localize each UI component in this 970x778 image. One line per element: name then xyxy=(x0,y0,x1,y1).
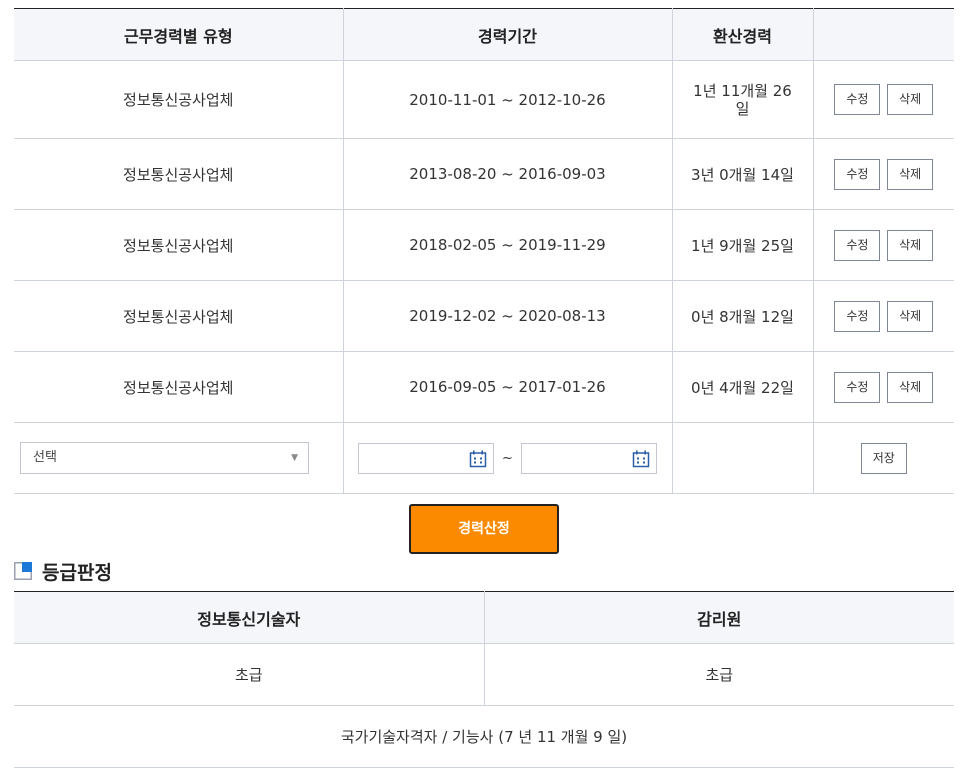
cell-converted: 1년 11개월 26 일 xyxy=(672,60,814,139)
col-header-type: 근무경력별 유형 xyxy=(14,8,344,61)
date-separator: ~ xyxy=(502,450,513,466)
new-career-row: 선택 ▼ ~ 저장 xyxy=(14,422,954,494)
col-header-technician: 정보통신기술자 xyxy=(14,591,485,644)
cell-actions: 수정 삭제 xyxy=(813,138,954,210)
cell-period: 2016-09-05 ~ 2017-01-26 xyxy=(343,351,673,423)
cell-period: 2013-08-20 ~ 2016-09-03 xyxy=(343,138,673,210)
cell-type: 정보통신공사업체 xyxy=(14,351,344,423)
cell-converted: 0년 4개월 22일 xyxy=(672,351,814,423)
cell-save: 저장 xyxy=(813,422,954,494)
edit-button[interactable]: 수정 xyxy=(834,84,881,115)
cell-period: 2018-02-05 ~ 2019-11-29 xyxy=(343,209,673,281)
section-title: 등급판정 xyxy=(42,562,112,584)
col-header-period: 경력기간 xyxy=(343,8,673,61)
edit-button[interactable]: 수정 xyxy=(834,371,881,403)
edit-button[interactable]: 수정 xyxy=(834,158,881,190)
delete-button[interactable]: 삭제 xyxy=(887,229,934,261)
cell-converted: 0년 8개월 12일 xyxy=(672,280,814,352)
col-header-supervisor: 감리원 xyxy=(484,591,954,644)
cell-converted: 1년 9개월 25일 xyxy=(672,209,814,281)
table-row: 정보통신공사업체 2010-11-01 ~ 2012-10-26 1년 11개월… xyxy=(14,60,954,139)
converted-text: 1년 11개월 26 일 xyxy=(693,81,792,118)
cell-type: 정보통신공사업체 xyxy=(14,209,344,281)
calendar-icon[interactable] xyxy=(632,450,650,468)
career-table: 근무경력별 유형 경력기간 환산경력 정보통신공사업체 2010-11-01 ~… xyxy=(14,8,954,494)
end-date-input[interactable] xyxy=(520,442,657,474)
save-button[interactable]: 저장 xyxy=(860,442,907,474)
cell-period: 2010-11-01 ~ 2012-10-26 xyxy=(343,60,673,139)
delete-button[interactable]: 삭제 xyxy=(887,84,934,115)
calendar-icon[interactable] xyxy=(469,450,487,468)
cell-type: 정보통신공사업체 xyxy=(14,280,344,352)
grade-section-header: 등급판정 xyxy=(14,554,954,591)
cell-supervisor-grade: 초급 xyxy=(484,643,954,706)
select-value: 선택 xyxy=(33,450,57,465)
table-row: 정보통신공사업체 2013-08-20 ~ 2016-09-03 3년 0개월 … xyxy=(14,138,954,210)
calculate-career-button[interactable]: 경력산정 xyxy=(409,504,559,554)
cell-type: 정보통신공사업체 xyxy=(14,60,344,139)
career-type-select[interactable]: 선택 ▼ xyxy=(20,442,309,474)
delete-button[interactable]: 삭제 xyxy=(887,300,934,332)
cell-technician-grade: 초급 xyxy=(14,643,485,706)
delete-button[interactable]: 삭제 xyxy=(887,158,934,190)
table-row: 정보통신공사업체 2016-09-05 ~ 2017-01-26 0년 4개월 … xyxy=(14,351,954,423)
table-row: 정보통신공사업체 2019-12-02 ~ 2020-08-13 0년 8개월 … xyxy=(14,280,954,352)
cell-converted-empty xyxy=(672,422,814,494)
cell-actions: 수정 삭제 xyxy=(813,60,954,139)
career-panel: 근무경력별 유형 경력기간 환산경력 정보통신공사업체 2010-11-01 ~… xyxy=(14,8,954,768)
qualification-note: 국가기술자격자 / 기능사 (7 년 11 개월 9 일) xyxy=(14,705,954,768)
delete-button[interactable]: 삭제 xyxy=(887,371,934,403)
edit-button[interactable]: 수정 xyxy=(834,300,881,332)
col-header-converted: 환산경력 xyxy=(672,8,814,61)
cell-period: 2019-12-02 ~ 2020-08-13 xyxy=(343,280,673,352)
cell-actions: 수정 삭제 xyxy=(813,351,954,423)
cell-type: 정보통신공사업체 xyxy=(14,138,344,210)
grade-table: 정보통신기술자 감리원 초급 초급 국가기술자격자 / 기능사 (7 년 11 … xyxy=(14,591,954,768)
table-row: 초급 초급 xyxy=(14,643,954,706)
section-square-icon xyxy=(14,562,32,580)
cell-actions: 수정 삭제 xyxy=(813,280,954,352)
start-date-input[interactable] xyxy=(358,442,495,474)
cell-actions: 수정 삭제 xyxy=(813,209,954,281)
cell-converted: 3년 0개월 14일 xyxy=(672,138,814,210)
cell-type-select: 선택 ▼ xyxy=(14,422,344,494)
edit-button[interactable]: 수정 xyxy=(834,229,881,261)
col-header-actions xyxy=(813,8,954,61)
chevron-down-icon: ▼ xyxy=(291,453,298,463)
calc-button-wrap: 경력산정 xyxy=(14,504,954,554)
table-row: 국가기술자격자 / 기능사 (7 년 11 개월 9 일) xyxy=(14,705,954,768)
cell-period-inputs: ~ xyxy=(343,422,673,494)
grade-table-header: 정보통신기술자 감리원 xyxy=(14,591,954,644)
career-table-header: 근무경력별 유형 경력기간 환산경력 xyxy=(14,8,954,61)
table-row: 정보통신공사업체 2018-02-05 ~ 2019-11-29 1년 9개월 … xyxy=(14,209,954,281)
